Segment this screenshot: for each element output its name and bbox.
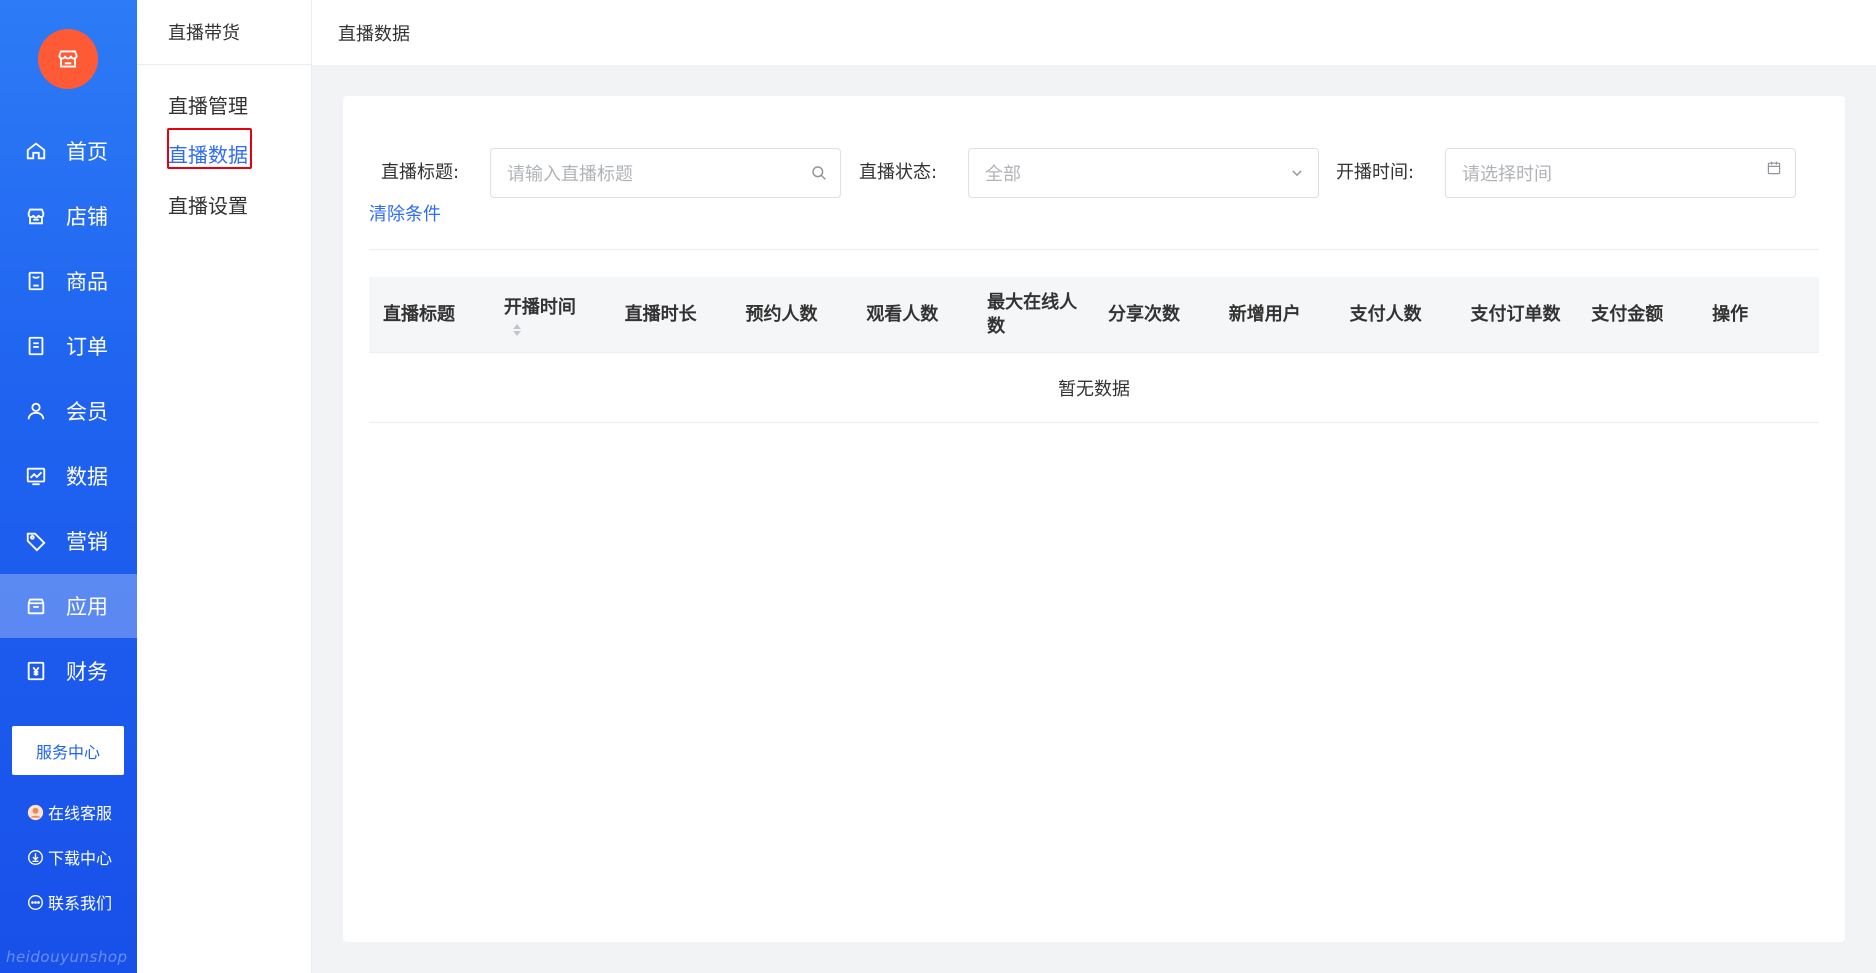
divider bbox=[369, 249, 1819, 250]
time-filter-label: 开播时间: bbox=[1336, 162, 1415, 183]
column-header: 操作 bbox=[1712, 303, 1749, 325]
subnav-item-live-settings[interactable]: 直播设置 bbox=[168, 190, 248, 219]
tag-icon bbox=[24, 529, 48, 553]
subnav-item-live-manage[interactable]: 直播管理 bbox=[168, 90, 248, 119]
calendar-icon bbox=[1765, 159, 1783, 177]
app-icon bbox=[24, 594, 48, 618]
main-sidebar: 首页 店铺 商品 订单 会员 数据 营销 应用 财务 服务中心 在线客服 下载中… bbox=[0, 0, 137, 973]
util-label: 下载中心 bbox=[48, 849, 113, 868]
nav-data[interactable]: 数据 bbox=[0, 444, 137, 508]
sort-icon[interactable] bbox=[512, 320, 605, 336]
online-support-link[interactable]: 在线客服 bbox=[26, 800, 112, 824]
column-header: 支付订单数 bbox=[1470, 303, 1561, 325]
clear-filters-link[interactable]: 清除条件 bbox=[369, 200, 441, 226]
column-header: 支付金额 bbox=[1591, 303, 1664, 325]
empty-text: 暂无数据 bbox=[1058, 378, 1130, 400]
nav-label: 店铺 bbox=[66, 205, 108, 229]
util-label: 联系我们 bbox=[48, 894, 113, 913]
nav-label: 应用 bbox=[66, 595, 108, 619]
search-icon[interactable] bbox=[810, 164, 828, 182]
column-header: 分享次数 bbox=[1107, 303, 1180, 325]
column-header-label: 开播时间 bbox=[503, 296, 576, 318]
order-icon bbox=[24, 334, 48, 358]
util-label: 在线客服 bbox=[48, 804, 113, 823]
column-header: 预约人数 bbox=[745, 303, 818, 325]
title-search-placeholder: 请输入直播标题 bbox=[507, 164, 633, 185]
time-picker[interactable]: 请选择时间 bbox=[1445, 148, 1796, 198]
nav-label: 会员 bbox=[66, 400, 108, 424]
column-header: 支付人数 bbox=[1349, 303, 1422, 325]
status-select-value: 全部 bbox=[985, 164, 1021, 185]
column-header: 观看人数 bbox=[866, 303, 939, 325]
nav-label: 订单 bbox=[66, 335, 108, 359]
status-select[interactable]: 全部 bbox=[968, 148, 1319, 198]
nav-home[interactable]: 首页 bbox=[0, 119, 137, 183]
finance-icon bbox=[24, 659, 48, 683]
chevron-down-icon bbox=[1288, 164, 1306, 182]
title-search-input[interactable]: 请输入直播标题 bbox=[490, 148, 841, 198]
contact-us-link[interactable]: 联系我们 bbox=[26, 890, 112, 914]
page-header: 直播数据 bbox=[312, 0, 1876, 65]
column-header: 新增用户 bbox=[1228, 303, 1301, 325]
nav-shop[interactable]: 店铺 bbox=[0, 184, 137, 248]
nav-finance[interactable]: 财务 bbox=[0, 639, 137, 703]
store-icon bbox=[58, 50, 78, 68]
chat-icon bbox=[26, 893, 44, 911]
live-data-table: 直播标题 开播时间 直播时长 预约人数 观看人数 最大在线人数 分享次数 新增用… bbox=[369, 277, 1819, 423]
support-avatar-icon bbox=[26, 803, 44, 821]
nav-app[interactable]: 应用 bbox=[0, 574, 137, 638]
nav-label: 数据 bbox=[66, 465, 108, 489]
nav-label: 商品 bbox=[66, 270, 108, 294]
logo[interactable] bbox=[38, 29, 98, 89]
brand-watermark: heidouyunshop bbox=[6, 948, 128, 966]
download-center-link[interactable]: 下载中心 bbox=[26, 845, 112, 869]
empty-state: 暂无数据 bbox=[369, 353, 1819, 423]
nav-member[interactable]: 会员 bbox=[0, 379, 137, 443]
nav-label: 首页 bbox=[66, 140, 108, 164]
nav-product[interactable]: 商品 bbox=[0, 249, 137, 313]
status-filter-label: 直播状态: bbox=[859, 162, 938, 183]
nav-label: 营销 bbox=[66, 530, 108, 554]
subnav-title: 直播带货 bbox=[137, 0, 311, 65]
nav-order[interactable]: 订单 bbox=[0, 314, 137, 378]
column-header: 直播标题 bbox=[383, 303, 455, 325]
nav-label: 财务 bbox=[66, 660, 108, 684]
title-filter-label: 直播标题: bbox=[381, 162, 460, 183]
product-icon bbox=[24, 269, 48, 293]
user-icon bbox=[24, 399, 48, 423]
page-title: 直播数据 bbox=[338, 23, 410, 45]
nav-marketing[interactable]: 营销 bbox=[0, 509, 137, 573]
chart-icon bbox=[24, 464, 48, 488]
column-header-sortable[interactable]: 开播时间 bbox=[490, 296, 611, 336]
table-header-row: 直播标题 开播时间 直播时长 预约人数 观看人数 最大在线人数 分享次数 新增用… bbox=[369, 277, 1819, 353]
column-header: 最大在线人数 bbox=[987, 291, 1078, 337]
content-card: 直播标题: 请输入直播标题 直播状态: 全部 开播时间: 请选择时间 清除条件 … bbox=[343, 96, 1845, 942]
shop-icon bbox=[24, 204, 48, 228]
time-picker-placeholder: 请选择时间 bbox=[1462, 164, 1552, 185]
home-icon bbox=[24, 139, 48, 163]
download-icon bbox=[26, 848, 44, 866]
service-center-button[interactable]: 服务中心 bbox=[12, 726, 124, 775]
active-item-highlight bbox=[167, 128, 252, 169]
column-header: 直播时长 bbox=[624, 303, 697, 325]
